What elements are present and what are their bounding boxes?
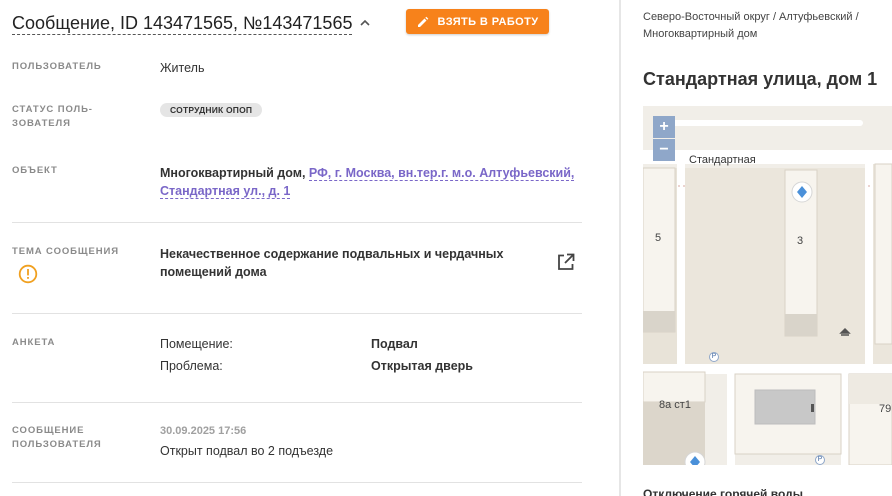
- external-link-icon[interactable]: [556, 252, 576, 272]
- take-to-work-label: ВЗЯТЬ В РАБОТУ: [437, 15, 539, 28]
- warning-icon: [18, 264, 38, 284]
- zoom-in-button[interactable]: +: [653, 116, 675, 138]
- user-status-label-line1: СТАТУС ПОЛЬ-: [12, 104, 93, 115]
- survey-value-1: Подвал: [371, 337, 418, 351]
- map-house-label: 3: [797, 235, 804, 247]
- chevron-up-icon[interactable]: [358, 16, 372, 30]
- object-address-link-line2[interactable]: Стандартная ул., д. 1: [160, 184, 291, 199]
- user-label: ПОЛЬЗОВАТЕЛЬ: [12, 61, 102, 72]
- address-title: Стандартная улица, дом 1: [643, 69, 878, 89]
- user-value: Житель: [160, 61, 205, 75]
- divider: [12, 313, 582, 314]
- map-street-label: Стандартная: [689, 154, 756, 166]
- topic-line2: помещений дома: [160, 265, 267, 279]
- map-house-label: 5: [655, 232, 662, 244]
- breadcrumb: Северо-Восточный округ / Алтуфьевский / …: [643, 9, 892, 43]
- user-status-label-line2: ЗОВАТЕЛЯ: [12, 118, 71, 129]
- message-date: 30.09.2025 17:56: [160, 425, 247, 437]
- survey-value-2: Открытая дверь: [371, 359, 473, 373]
- topic-line1: Некачественное содержание подвальных и ч…: [160, 247, 504, 261]
- survey-key-2: Проблема:: [160, 359, 223, 373]
- parking-icon: P: [815, 455, 825, 465]
- object-label: ОБЪЕКТ: [12, 165, 58, 176]
- divider: [12, 222, 582, 223]
- map-canvas[interactable]: [643, 106, 892, 465]
- survey-label: АНКЕТА: [12, 337, 56, 348]
- breadcrumb-line1: Северо-Восточный округ / Алтуфьевский /: [643, 11, 859, 23]
- title-row[interactable]: Сообщение, ID 143471565, №143471565: [12, 9, 372, 37]
- breadcrumb-line2: Многоквартирный дом: [643, 28, 758, 40]
- pencil-icon: [417, 16, 428, 27]
- divider: [12, 482, 582, 483]
- parking-icon: P: [709, 352, 719, 362]
- message-label-line1: СООБЩЕНИЕ: [12, 425, 85, 436]
- map-house-label: 79: [879, 403, 892, 415]
- object-type: Многоквартирный дом,: [160, 166, 306, 180]
- message-label: СООБЩЕНИЕ ПОЛЬЗОВАТЕЛЯ: [12, 424, 132, 452]
- survey-key-1: Помещение:: [160, 337, 233, 351]
- location-panel: Северо-Восточный округ / Алтуфьевский / …: [621, 0, 892, 496]
- topic-label: ТЕМА СООБЩЕНИЯ: [12, 246, 119, 257]
- object-value: Многоквартирный дом, РФ, г. Москва, вн.т…: [160, 164, 580, 200]
- map[interactable]: + − Стандартная 5 3 8а ст1 79 P P: [643, 106, 892, 465]
- page-title[interactable]: Сообщение, ID 143471565, №143471565: [12, 12, 353, 35]
- message-details-panel: Сообщение, ID 143471565, №143471565 ВЗЯТ…: [0, 0, 618, 496]
- divider: [12, 402, 582, 403]
- object-address-link[interactable]: РФ, г. Москва, вн.тер.г. м.о. Алтуфьевск…: [308, 166, 575, 181]
- outage-notice: Отключение горячей воды: [643, 487, 804, 496]
- user-status-label: СТАТУС ПОЛЬ- ЗОВАТЕЛЯ: [12, 103, 132, 131]
- map-house-label: 8а ст1: [659, 399, 691, 411]
- take-to-work-button[interactable]: ВЗЯТЬ В РАБОТУ: [406, 9, 549, 34]
- status-badge: СОТРУДНИК ОПОП: [160, 103, 263, 117]
- zoom-out-button[interactable]: −: [653, 139, 675, 161]
- topic-value: Некачественное содержание подвальных и ч…: [160, 245, 520, 281]
- message-text: Открыт подвал во 2 подъезде: [160, 444, 334, 458]
- message-label-line2: ПОЛЬЗОВАТЕЛЯ: [12, 439, 102, 450]
